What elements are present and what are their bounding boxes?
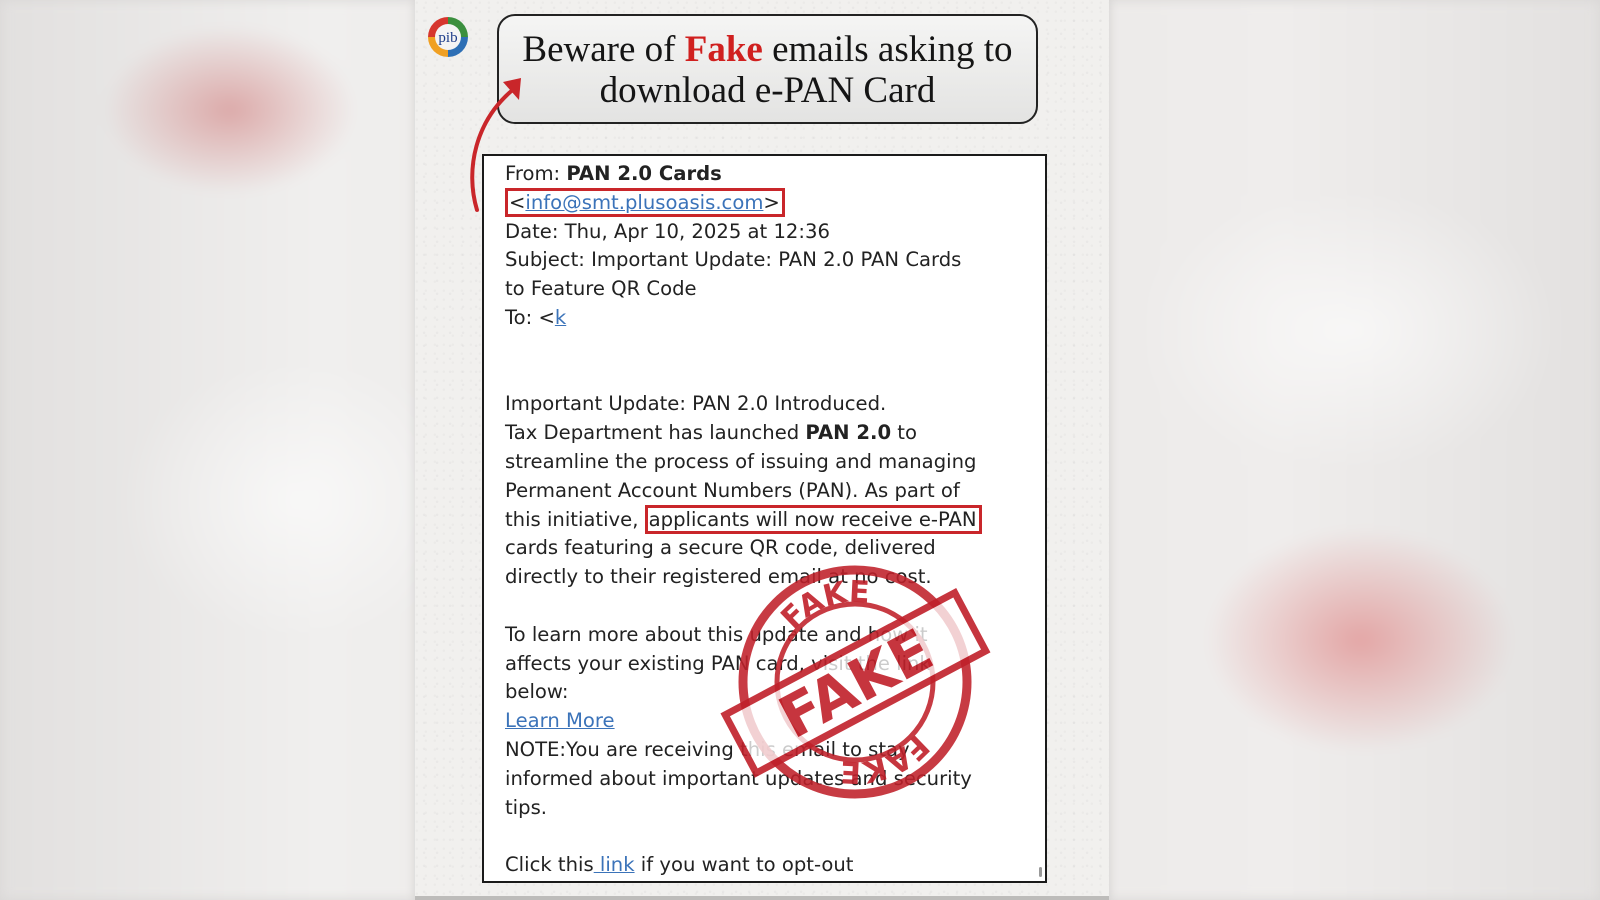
sender-address-highlight: <info@smt.plusoasis.com> xyxy=(505,187,785,217)
email-to: To: <k xyxy=(505,305,567,329)
body-line: tips. xyxy=(505,795,548,819)
email-subject-line-1: Subject: Important Update: PAN 2.0 PAN C… xyxy=(505,248,962,272)
pib-logo: pib xyxy=(428,17,468,57)
recipient-link[interactable]: k xyxy=(555,306,566,329)
learn-more-link[interactable]: Learn More xyxy=(505,709,615,732)
body-line: To learn more about this update and how … xyxy=(505,622,928,646)
body-line: NOTE:You are receiving this email to sta… xyxy=(505,737,910,761)
email-date: Date: Thu, Apr 10, 2025 at 12:36 xyxy=(505,219,830,243)
email-screenshot: From: PAN 2.0 Cards <info@smt.plusoasis.… xyxy=(482,154,1047,883)
sender-address-link[interactable]: info@smt.plusoasis.com xyxy=(525,191,763,214)
opt-out-line: Click this link if you want to opt-out xyxy=(505,853,854,877)
email-from: From: PAN 2.0 Cards xyxy=(505,162,722,185)
body-line: affects your existing PAN card, visit th… xyxy=(505,651,931,675)
headline-fake-word: Fake xyxy=(684,29,763,70)
headline-line-2: download e-PAN Card xyxy=(599,70,936,111)
body-line: below: xyxy=(505,680,569,704)
body-line: Tax Department has launched PAN 2.0 to xyxy=(505,421,917,445)
body-line: Permanent Account Numbers (PAN). As part… xyxy=(505,478,960,502)
body-line: informed about important updates and sec… xyxy=(505,766,972,790)
body-line: Important Update: PAN 2.0 Introduced. xyxy=(505,392,887,416)
poster-bottom-edge xyxy=(415,896,1109,900)
headline-line-1: Beware of Fake emails asking to xyxy=(522,29,1013,70)
headline-banner: Beware of Fake emails asking to download… xyxy=(497,14,1038,124)
sender-name: PAN 2.0 Cards xyxy=(566,162,722,185)
body-line: streamline the process of issuing and ma… xyxy=(505,449,977,473)
claim-highlight: applicants will now receive e-PAN xyxy=(644,504,982,534)
scrollbar-thumb[interactable] xyxy=(1039,867,1042,877)
email-subject-line-2: to Feature QR Code xyxy=(505,277,697,301)
opt-out-link[interactable]: link xyxy=(594,853,635,876)
fact-check-poster: pib Beware of Fake emails asking to down… xyxy=(415,0,1109,900)
body-line: cards featuring a secure QR code, delive… xyxy=(505,536,936,560)
svg-text:pib: pib xyxy=(438,30,457,46)
body-line: directly to their registered email at no… xyxy=(505,565,932,589)
body-line: this initiative, applicants will now rec… xyxy=(505,504,1025,535)
